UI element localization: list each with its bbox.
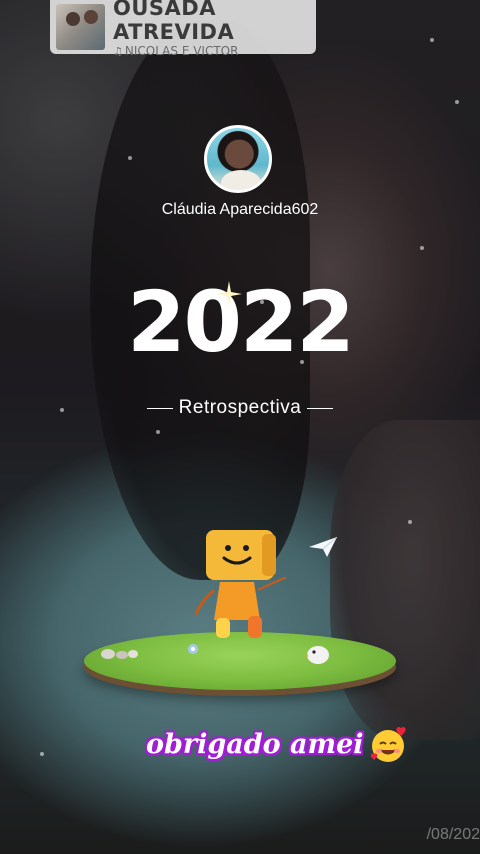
- music-note-icon: ♫: [113, 44, 123, 58]
- sparkle-icon: [216, 281, 242, 307]
- song-title: OUSADA ATREVIDA: [113, 0, 235, 44]
- smiling-face-with-hearts-icon: [370, 726, 406, 762]
- music-sticker[interactable]: OUSADA ATREVIDA ♫ NICOLAS E VICTOR: [50, 0, 316, 58]
- bird-icon: [304, 646, 329, 664]
- divider-right: [307, 407, 334, 409]
- song-artist: NICOLAS E VICTOR: [124, 43, 239, 58]
- sparkle-dot: [128, 156, 132, 160]
- sparkle-dot: [455, 100, 459, 104]
- date-watermark: /08/202: [426, 826, 480, 843]
- recap-subtitle-row: Retrospectiva: [0, 397, 480, 419]
- username[interactable]: Cláudia Aparecida602: [0, 201, 480, 219]
- paper-plane-icon: [309, 537, 337, 557]
- divider-left: [146, 407, 173, 409]
- mascot-icon: [196, 530, 286, 638]
- avatar[interactable]: [204, 125, 272, 193]
- song-artist-row: ♫ NICOLAS E VICTOR: [113, 44, 316, 59]
- stones-icon: [101, 649, 138, 659]
- caption-sticker[interactable]: obrigado amei: [146, 722, 408, 766]
- sparkle-dot: [420, 246, 424, 250]
- sparkle-dot: [156, 430, 160, 434]
- sparkle-dot: [40, 752, 44, 756]
- album-cover: [56, 4, 105, 50]
- caption-text: obrigado amei: [146, 728, 364, 760]
- sparkle-dot: [408, 520, 412, 524]
- recap-subtitle: Retrospectiva: [178, 397, 302, 418]
- sparkle-dot: [430, 38, 434, 42]
- story-screen: OUSADA ATREVIDA ♫ NICOLAS E VICTOR Cláudi…: [0, 0, 480, 854]
